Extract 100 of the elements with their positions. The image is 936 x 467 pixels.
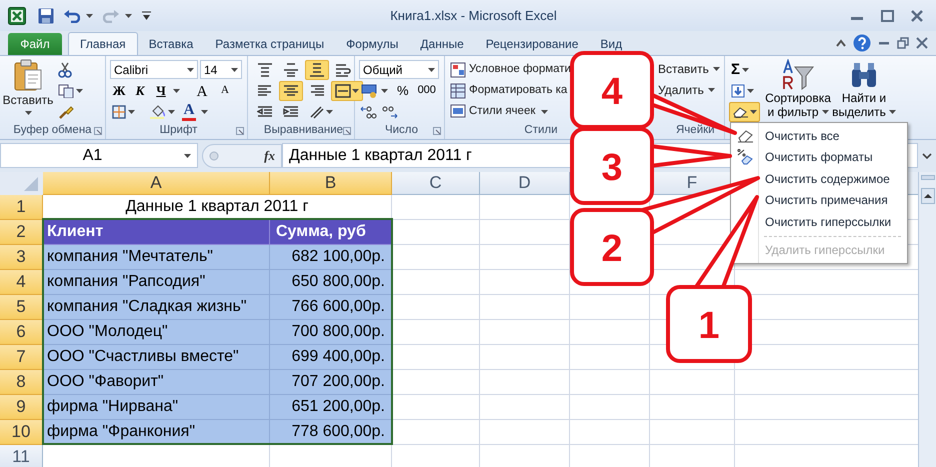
undo-icon[interactable] [64, 8, 80, 22]
ribbon-tab[interactable]: Вставка [138, 32, 204, 55]
caret-icon [750, 110, 757, 114]
menu-item[interactable]: Очистить содержимое [762, 168, 907, 189]
thousands-button[interactable]: 000 [416, 82, 438, 99]
bottom-align-icon [309, 62, 325, 76]
row-header[interactable]: 2 [0, 220, 43, 245]
sort-filter-icon [781, 59, 815, 91]
column-header[interactable]: B [270, 172, 392, 195]
eraser-icon [732, 106, 748, 118]
grow-font-button[interactable]: A [191, 81, 213, 100]
ribbon-tab[interactable]: Разметка страницы [204, 32, 336, 55]
row-header[interactable]: 1 [0, 195, 43, 220]
spreadsheet-logo-icon[interactable] [8, 6, 26, 24]
close-icon[interactable] [908, 8, 926, 22]
maximize-icon[interactable] [878, 8, 896, 22]
align-center-button[interactable] [279, 80, 303, 100]
styles-menu-button[interactable]: Условное формати [450, 59, 571, 80]
shrink-font-button[interactable]: A [216, 81, 234, 100]
column-header[interactable]: C [392, 172, 480, 195]
style-icon [450, 82, 466, 98]
bold-button[interactable]: Ж [110, 81, 128, 100]
group-label: Стили [524, 122, 558, 138]
insert-function-button[interactable]: fx [264, 146, 275, 166]
percent-button[interactable]: % [395, 80, 411, 100]
vertical-scrollbar[interactable] [918, 172, 936, 467]
dialog-launcher-icon[interactable] [236, 126, 244, 134]
underline-button[interactable]: Ч [152, 81, 170, 100]
table-cell: 650 800,00р. [270, 270, 392, 295]
column-heading-cell: Сумма, руб [270, 220, 392, 245]
row-header[interactable]: 8 [0, 370, 43, 395]
group-label: Выравнивание [264, 122, 344, 138]
ribbon-tab[interactable]: Формулы [335, 32, 410, 55]
save-icon[interactable] [38, 8, 54, 24]
menu-item[interactable]: Очистить гиперссылки [762, 212, 907, 232]
table-cell: 699 400,00р. [270, 345, 392, 370]
caret-icon [381, 88, 388, 92]
copy-icon [58, 84, 74, 98]
clear-button[interactable] [729, 102, 760, 122]
caret-icon [173, 88, 180, 92]
ribbon-tab[interactable]: Вид [589, 32, 634, 55]
caret-icon [352, 88, 359, 92]
close-icon[interactable] [916, 37, 928, 49]
sort-filter-button[interactable]: Сортировка и фильтр [763, 59, 833, 122]
row-header[interactable]: 7 [0, 345, 43, 370]
grip-icon[interactable] [209, 150, 219, 160]
column-header[interactable]: A [43, 172, 270, 195]
ribbon-tab[interactable]: Данные [409, 32, 475, 55]
collapse-ribbon-icon[interactable] [836, 39, 846, 47]
styles-menu-button[interactable]: Форматировать ка [450, 80, 571, 101]
dialog-launcher-icon[interactable] [94, 126, 102, 134]
align-bottom-button[interactable] [305, 60, 329, 80]
styles-menu-button[interactable]: Стили ячеек [450, 101, 571, 122]
autosum-button[interactable]: Σ [729, 60, 752, 80]
row-header[interactable]: 11 [0, 445, 43, 467]
ribbon-tab[interactable]: Файл [8, 33, 62, 55]
row-header[interactable]: 4 [0, 270, 43, 295]
caret-icon [742, 68, 750, 72]
decrease-decimal-icon[interactable] [381, 104, 399, 118]
dialog-launcher-icon[interactable] [433, 126, 441, 134]
font-name-field[interactable]: Calibri [110, 60, 198, 79]
table-cell: 682 100,00р. [270, 245, 392, 270]
customize-toolbar-icon[interactable] [142, 10, 151, 20]
align-merge-button[interactable] [331, 80, 363, 100]
row-header[interactable]: 5 [0, 295, 43, 320]
caret-icon [747, 88, 754, 92]
paste-button[interactable]: Вставить [0, 59, 56, 122]
menu-item[interactable]: Очистить форматы [762, 147, 907, 168]
row-header[interactable]: 3 [0, 245, 43, 270]
table-cell: фирма "Нирвана" [43, 395, 270, 420]
restore-icon[interactable] [897, 37, 909, 49]
row-header[interactable]: 6 [0, 320, 43, 345]
scroll-up-icon[interactable] [920, 188, 934, 204]
callout-number: 2 [601, 228, 623, 270]
row-header[interactable]: 10 [0, 420, 43, 445]
ribbon-tab[interactable]: Главная [68, 32, 138, 55]
font-size-field[interactable]: 14 [200, 60, 242, 79]
help-icon[interactable] [853, 34, 871, 52]
italic-button[interactable]: К [131, 81, 149, 100]
caret-icon [125, 14, 132, 18]
caret-icon [428, 68, 435, 72]
ribbon-tab[interactable]: Рецензирование [474, 32, 590, 55]
caret-icon [541, 110, 548, 114]
caret-icon [86, 14, 93, 18]
menu-item[interactable]: Очистить все [762, 126, 907, 146]
name-box[interactable]: A1 [0, 143, 198, 168]
dialog-launcher-icon[interactable] [343, 126, 351, 134]
row-header[interactable]: 9 [0, 395, 43, 420]
indent-align-icon [283, 104, 299, 118]
cells-menu-button[interactable]: Вставить [658, 59, 720, 79]
expand-chevron-icon[interactable] [922, 152, 932, 158]
number-format-field[interactable]: Общий [359, 60, 439, 79]
font-color-button[interactable]: A [180, 102, 198, 122]
menu-item[interactable]: Очистить примечания [762, 190, 907, 210]
table-cell: 651 200,00р. [270, 395, 392, 420]
column-header[interactable]: D [480, 172, 570, 195]
cells-menu-button[interactable]: Удалить [658, 80, 720, 100]
find-select-button[interactable]: Найти и выделить [835, 59, 893, 122]
increase-decimal-icon[interactable] [359, 104, 377, 118]
callout-number: 1 [698, 305, 720, 347]
